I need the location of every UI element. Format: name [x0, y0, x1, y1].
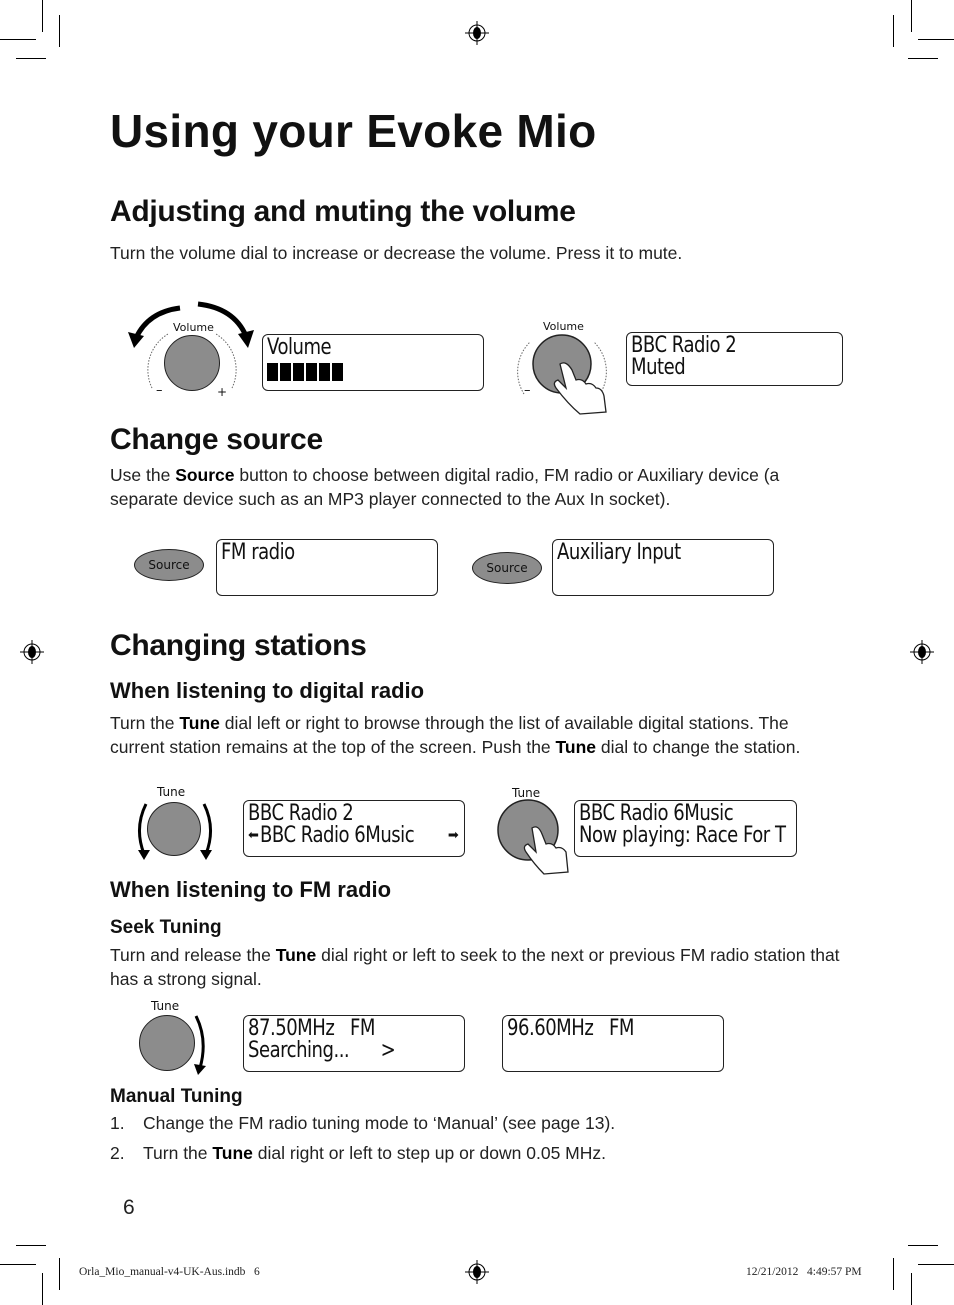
- volume-body: Turn the volume dial to increase or decr…: [110, 243, 683, 263]
- lcd-aux-input: Auxiliary Input: [552, 539, 774, 596]
- text: Change the FM radio tuning mode to ‘Manu…: [143, 1113, 616, 1133]
- footer-filename: Orla_Mio_manual-v4-UK-Aus.indb 6: [79, 1266, 260, 1278]
- tune-knob[interactable]: [147, 802, 201, 856]
- volume-bar: [332, 363, 343, 381]
- manual-heading: Manual Tuning: [110, 1086, 243, 1107]
- tune-knob-label: Tune: [157, 785, 186, 799]
- press-knob-hand-icon: [517, 334, 607, 415]
- bold-text: Source: [175, 465, 235, 485]
- volume-heading: Adjusting and muting the volume: [110, 195, 576, 228]
- bold-text: Tune: [275, 945, 317, 965]
- source-button[interactable]: Source: [134, 549, 204, 581]
- lcd-line: Volume: [267, 335, 332, 360]
- seek-heading: Seek Tuning: [110, 917, 222, 938]
- plus-sign: +: [217, 385, 228, 399]
- step-number: 2.: [110, 1142, 125, 1163]
- right-arrow-icon: ➡: [447, 828, 459, 843]
- text: dial right or left to step up or down 0.…: [252, 1142, 606, 1163]
- text: Turn the: [110, 713, 180, 733]
- lcd-line: Searching... >: [248, 1038, 396, 1063]
- lcd-fm-radio: FM radio: [216, 539, 438, 596]
- text: Turn the: [143, 1142, 213, 1163]
- page-title: Using your Evoke Mio: [110, 105, 597, 157]
- text: Use the: [110, 465, 176, 485]
- lcd-fm-searching: 87.50MHz FM Searching... >: [243, 1015, 465, 1072]
- volume-level-bars: [267, 363, 479, 386]
- registration-mark-left: [20, 640, 44, 664]
- lcd-line: BBC Radio 6Music: [579, 801, 734, 826]
- list-item: 1. Change the FM radio tuning mode to ‘Ma…: [110, 1112, 840, 1136]
- left-arrow-icon: ⬅: [248, 828, 259, 843]
- list-item: 2. Turn the Tune dial right or left to st…: [110, 1142, 840, 1166]
- lcd-line: BBC Radio 2: [631, 333, 737, 358]
- text: Turn and release the: [110, 945, 276, 965]
- registration-mark-top: [465, 21, 489, 45]
- lcd-browse-stations: BBC Radio 2 ⬅ BBC Radio 6Music ➡: [243, 800, 465, 857]
- lcd-line: 87.50MHz FM: [248, 1016, 375, 1041]
- lcd-volume: Volume: [262, 334, 484, 391]
- source-button-2[interactable]: Source: [472, 552, 542, 584]
- lcd-line: BBC Radio 2: [248, 801, 354, 826]
- lcd-browse-row: ⬅ BBC Radio 6Music ➡: [248, 825, 460, 847]
- lcd-muted: BBC Radio 2 Muted: [626, 332, 843, 386]
- digital-body: Turn the Tune dial left or right to brow…: [110, 712, 840, 759]
- digital-subheading: When listening to digital radio: [110, 678, 425, 703]
- volume-bar: [293, 363, 304, 381]
- volume-bar: [280, 363, 291, 381]
- source-body: Use the Source button to choose between …: [110, 464, 840, 511]
- press-tune-hand-icon: [497, 799, 569, 875]
- minus-sign-2: –: [524, 383, 531, 398]
- bold-text: Tune: [555, 736, 597, 757]
- lcd-line: 96.60MHz FM: [507, 1016, 634, 1041]
- footer-timestamp: 12/21/2012 4:49:57 PM: [746, 1266, 862, 1278]
- registration-mark-bottom: [465, 1260, 489, 1284]
- lcd-line: BBC Radio 6Music: [259, 823, 415, 848]
- minus-sign: –: [156, 383, 163, 398]
- fm-subheading: When listening to FM radio: [110, 877, 392, 902]
- seek-body: Turn and release the Tune dial right or …: [110, 944, 840, 991]
- volume-knob[interactable]: [164, 335, 220, 391]
- registration-mark-right: [910, 640, 934, 664]
- lcd-line: Auxiliary Input: [557, 540, 681, 565]
- volume-knob-label: Volume: [173, 321, 214, 334]
- page-number: 6: [123, 1196, 135, 1219]
- bold-text: Tune: [212, 1142, 253, 1163]
- volume-bar: [306, 363, 317, 381]
- stations-heading: Changing stations: [110, 629, 367, 662]
- volume-bar: [267, 363, 278, 381]
- tune-knob-label-3: Tune: [151, 999, 180, 1013]
- volume-bar: [319, 363, 330, 381]
- lcd-line: Now playing: Race For T: [579, 823, 786, 848]
- lcd-line: Muted: [631, 355, 686, 380]
- bold-text: Tune: [179, 713, 220, 733]
- manual-steps-list: 1. Change the FM radio tuning mode to ‘Ma…: [110, 1112, 840, 1171]
- lcd-fm-found: 96.60MHz FM: [502, 1015, 724, 1072]
- tune-knob-fm[interactable]: [139, 1015, 195, 1071]
- clockwise-arrow-icon: [194, 1015, 206, 1075]
- text: dial to change the station.: [596, 736, 801, 757]
- lcd-line: FM radio: [221, 540, 295, 565]
- source-heading: Change source: [110, 423, 323, 456]
- lcd-now-playing: BBC Radio 6Music Now playing: Race For T: [574, 800, 797, 857]
- step-number: 1.: [110, 1113, 125, 1133]
